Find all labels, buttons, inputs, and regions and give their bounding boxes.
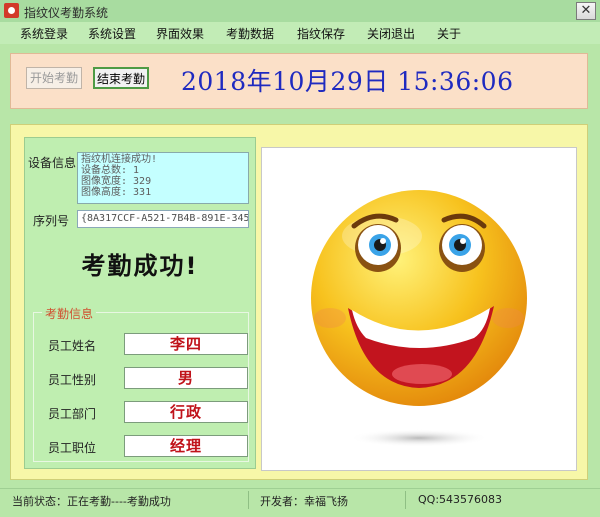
- employee-department-label: 员工部门: [48, 407, 97, 421]
- attendance-info-group: 考勤信息 员工姓名 李四 员工性别 男 员工部门 行政 员工职位 经理: [33, 305, 249, 462]
- attendance-info-legend: 考勤信息: [42, 305, 97, 322]
- datetime-display: 2018年10月29日 15:36:06: [181, 67, 514, 96]
- employee-name-label: 员工姓名: [48, 339, 97, 353]
- attendance-result: 考勤成功!: [81, 252, 199, 280]
- employee-position-label: 员工职位: [48, 441, 97, 455]
- app-icon: [4, 3, 19, 18]
- control-panel: 开始考勤 结束考勤 2018年10月29日 15:36:06: [10, 53, 588, 109]
- employee-name-field[interactable]: 李四: [124, 333, 248, 355]
- employee-gender-label: 员工性别: [48, 373, 97, 387]
- menu-system-settings[interactable]: 系统设置: [88, 25, 136, 42]
- menu-about[interactable]: 关于: [437, 25, 461, 42]
- main-frame: 设备信息 指纹机连接成功! 设备总数: 1 图像宽度: 329 图像高度: 33…: [10, 124, 588, 480]
- device-info-line: 指纹机连接成功!: [81, 154, 158, 165]
- menu-close-exit[interactable]: 关闭退出: [367, 25, 415, 42]
- device-info-box: 指纹机连接成功! 设备总数: 1 图像宽度: 329 图像高度: 331: [77, 152, 249, 204]
- device-info-line: 设备总数: 1: [81, 165, 140, 176]
- serial-label: 序列号: [33, 214, 70, 228]
- menu-attendance-data[interactable]: 考勤数据: [226, 25, 274, 42]
- current-status: 当前状态：正在考勤----考勤成功: [12, 495, 171, 508]
- start-attendance-button[interactable]: 开始考勤: [26, 67, 82, 89]
- device-info-line: 图像宽度: 329: [81, 176, 152, 187]
- info-panel: 设备信息 指纹机连接成功! 设备总数: 1 图像宽度: 329 图像高度: 33…: [24, 137, 256, 469]
- end-attendance-button[interactable]: 结束考勤: [93, 67, 149, 89]
- qq-contact: QQ:543576083: [418, 493, 503, 506]
- menu-system-login[interactable]: 系统登录: [20, 25, 68, 42]
- serial-field[interactable]: {8A317CCF-A521-7B4B-891E-3459718: [77, 210, 249, 228]
- close-button[interactable]: ✕: [576, 2, 596, 20]
- window-title: 指纹仪考勤系统: [24, 6, 109, 20]
- employee-gender-field[interactable]: 男: [124, 367, 248, 389]
- laughing-smiley-emoji-icon: [311, 190, 527, 447]
- menu-ui-effects[interactable]: 界面效果: [156, 25, 204, 42]
- device-info-line: 图像高度: 331: [81, 187, 152, 198]
- status-bar: 当前状态：正在考勤----考勤成功 开发者：幸福飞扬 QQ:543576083: [0, 488, 600, 517]
- menu-bar: 系统登录 系统设置 界面效果 考勤数据 指纹保存 关闭退出 关于: [0, 22, 600, 44]
- developer-info: 开发者：幸福飞扬: [260, 495, 348, 508]
- status-divider: [248, 491, 249, 509]
- employee-position-field[interactable]: 经理: [124, 435, 248, 457]
- status-divider: [405, 491, 406, 509]
- fingerprint-image-panel: [261, 147, 577, 471]
- menu-fingerprint-save[interactable]: 指纹保存: [297, 25, 345, 42]
- employee-department-field[interactable]: 行政: [124, 401, 248, 423]
- device-info-label: 设备信息: [28, 156, 77, 170]
- title-bar: 指纹仪考勤系统 ✕: [0, 0, 600, 23]
